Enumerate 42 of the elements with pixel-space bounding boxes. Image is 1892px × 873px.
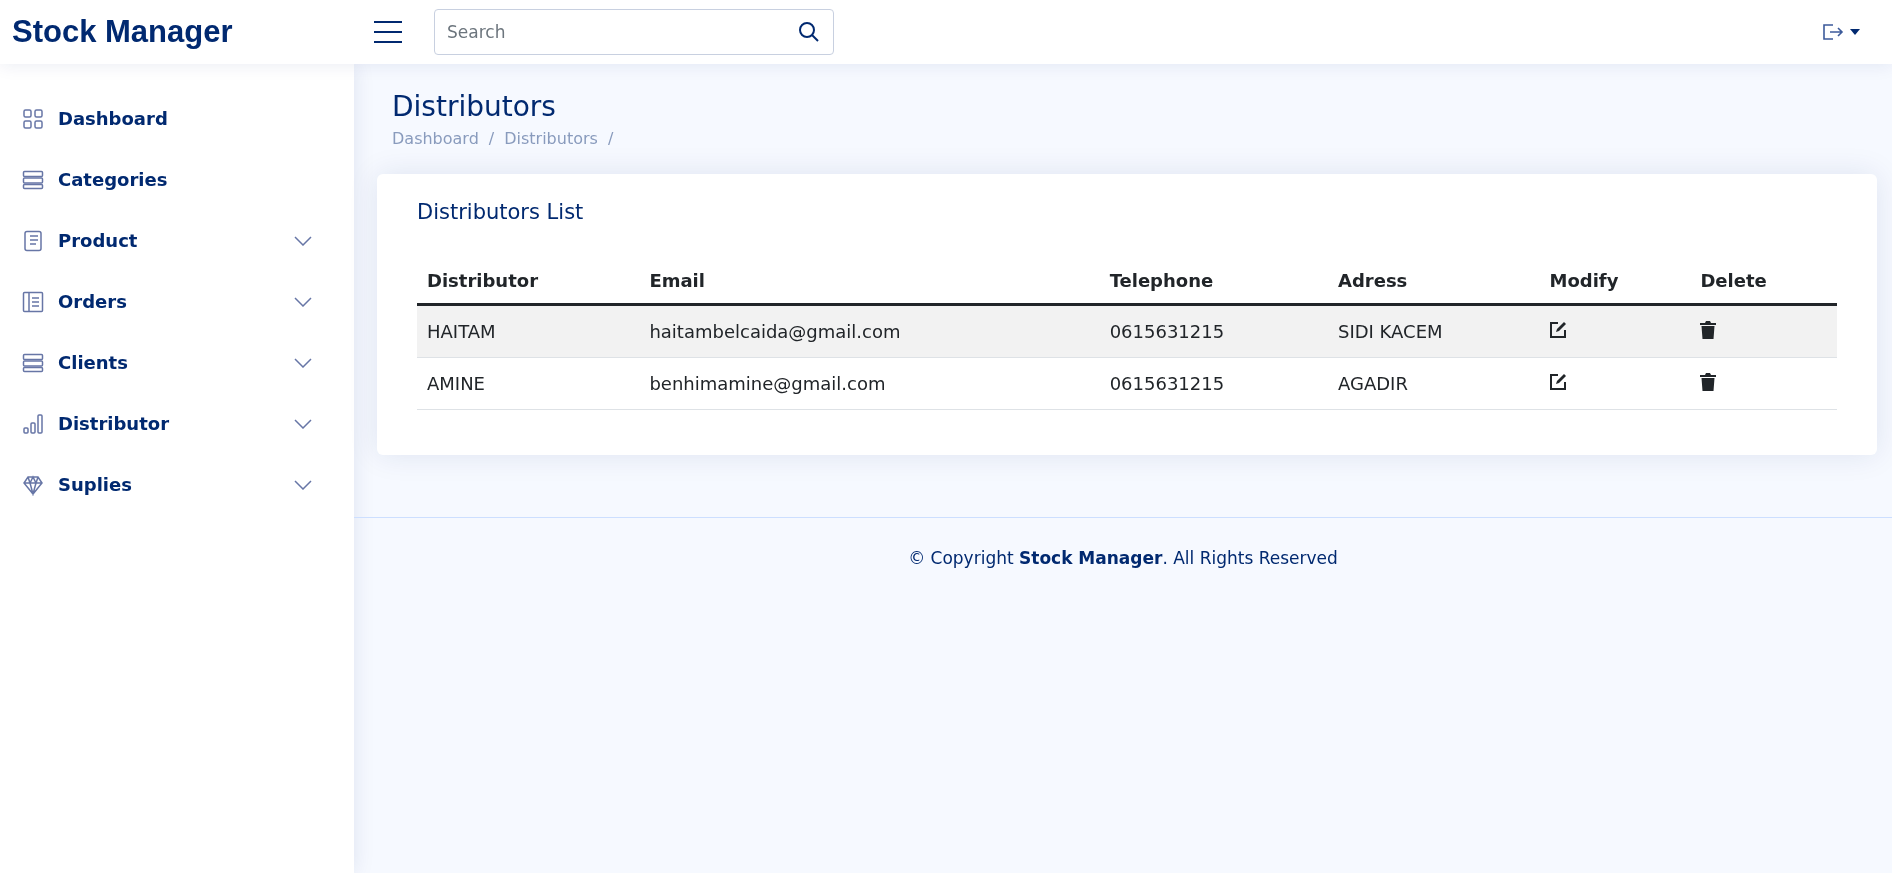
table-cell: SIDI KACEM <box>1328 304 1540 358</box>
table-cell: benhimamine@gmail.com <box>639 357 1100 410</box>
page-title: Distributors <box>392 90 557 123</box>
table-cell: HAITAM <box>417 304 640 358</box>
sidebar-item[interactable]: Orders <box>0 271 354 332</box>
table-document-icon <box>22 290 44 313</box>
list-document-icon <box>22 229 44 252</box>
trash-icon <box>1700 320 1717 339</box>
sidebar-item[interactable]: Clients <box>0 332 354 393</box>
sidebar-item[interactable]: Product <box>0 210 354 271</box>
table-cell: AMINE <box>417 357 640 410</box>
breadcrumb-separator: / <box>607 129 614 148</box>
logout-dropdown[interactable] <box>1822 23 1860 41</box>
logout-icon <box>1822 23 1844 41</box>
menu-icon[interactable] <box>372 19 404 45</box>
search-icon[interactable] <box>798 21 820 43</box>
table-cell: 0615631215 <box>1099 304 1328 358</box>
sidebar-item[interactable]: Dashboard <box>0 88 354 149</box>
gem-icon <box>22 473 44 496</box>
card-title: Distributors List <box>417 200 585 224</box>
delete-button[interactable] <box>1700 372 1717 391</box>
sidebar-item[interactable]: Categories <box>0 149 354 210</box>
table-cell: haitambelcaida@gmail.com <box>639 304 1100 358</box>
table-cell: 0615631215 <box>1099 357 1328 410</box>
stacked-panels-icon <box>22 351 44 374</box>
copyright-text: © Copyright Stock Manager. All Rights Reserved <box>908 548 1338 568</box>
caret-icon <box>1850 29 1860 35</box>
delete-button[interactable] <box>1700 320 1717 339</box>
sidebar-item[interactable]: Distributor <box>0 393 354 454</box>
breadcrumb-separator: / <box>488 129 495 148</box>
edit-icon <box>1549 372 1568 391</box>
trash-icon <box>1700 372 1717 391</box>
bar-chart-icon <box>22 412 44 435</box>
edit-button[interactable] <box>1549 320 1568 339</box>
app-logo[interactable]: Stock Manager <box>0 14 354 50</box>
sidebar-item[interactable]: Suplies <box>0 454 354 515</box>
stacked-panels-icon <box>22 168 44 191</box>
edit-icon <box>1549 320 1568 339</box>
edit-button[interactable] <box>1549 372 1568 391</box>
search-field[interactable]: Search <box>434 9 834 55</box>
grid-icon <box>22 107 44 130</box>
table-cell: AGADIR <box>1328 357 1540 410</box>
